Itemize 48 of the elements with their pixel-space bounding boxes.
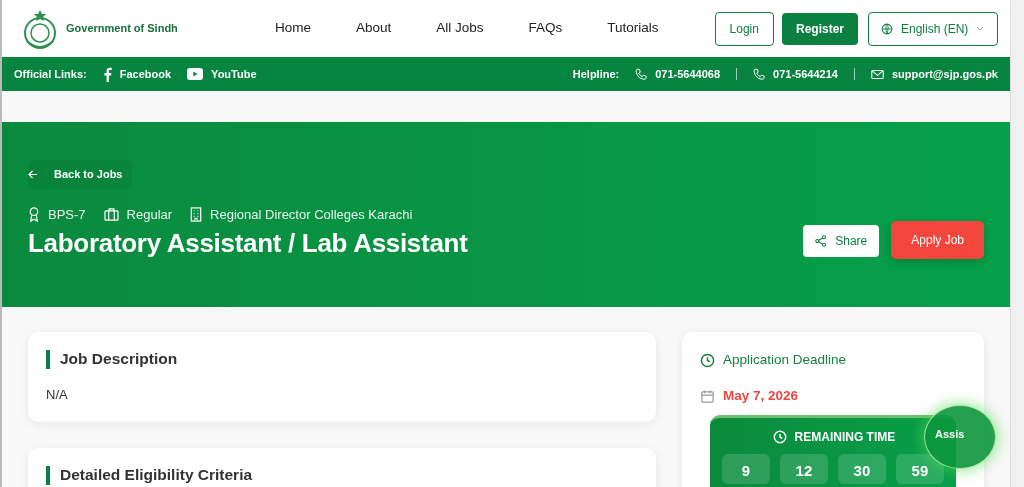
job-meta-text: Regular xyxy=(126,205,173,224)
apply-button[interactable]: Apply Job xyxy=(891,221,984,259)
nav-link[interactable]: Home xyxy=(275,18,311,39)
back-arrow-icon xyxy=(28,169,38,179)
countdown-value: 9 xyxy=(721,453,770,484)
deadline-date: May 7, 2026 xyxy=(722,387,798,406)
phone-link[interactable]: 071-5644214 xyxy=(753,65,838,83)
links-label: Official Links: xyxy=(14,66,87,82)
language-selector[interactable]: English (EN) xyxy=(868,11,998,46)
nav-link[interactable]: All Jobs xyxy=(436,18,484,39)
chevron-down-icon xyxy=(976,26,985,31)
globe-icon xyxy=(881,22,893,35)
clock-icon xyxy=(772,429,787,444)
share-button[interactable]: Share xyxy=(803,225,880,257)
phone-icon xyxy=(635,68,648,80)
calendar-icon xyxy=(699,388,715,404)
clock-icon xyxy=(699,352,715,368)
nav-link[interactable]: Tutorials xyxy=(607,18,659,39)
helpline-label: Helpline: xyxy=(572,66,620,82)
brand-name: Government of Sindh xyxy=(66,21,178,37)
job-meta-text: BPS-7 xyxy=(48,205,86,224)
ribbon-icon xyxy=(28,206,40,222)
mail-icon xyxy=(870,68,884,80)
job-title: Laboratory Assistant / Lab Assistant xyxy=(28,228,468,260)
social-link[interactable]: Facebook xyxy=(102,65,172,83)
social-link[interactable]: YouTube xyxy=(187,65,257,83)
countdown-value: 30 xyxy=(837,453,886,484)
phone-icon xyxy=(753,68,766,80)
email-link[interactable]: support@sjp.gos.pk xyxy=(870,65,998,83)
share-icon xyxy=(815,235,828,247)
back-button[interactable]: Back to Jobs xyxy=(28,160,133,189)
nav-link[interactable]: FAQs xyxy=(528,18,563,39)
section-title: Detailed Eligibility Criteria xyxy=(46,466,638,485)
briefcase-icon xyxy=(103,207,119,221)
login-button[interactable]: Login xyxy=(714,11,774,46)
phone-link[interactable]: 071-5644068 xyxy=(635,65,721,83)
deadline-title: Application Deadline xyxy=(722,351,846,369)
countdown-value: 59 xyxy=(895,453,944,484)
countdown-value: 12 xyxy=(779,453,828,484)
register-button[interactable]: Register xyxy=(781,12,858,45)
facebook-icon xyxy=(102,66,112,82)
remaining-time-label: REMAINING TIME xyxy=(794,428,896,446)
building-icon xyxy=(190,206,203,222)
job-meta-text: Regional Director Colleges Karachi xyxy=(210,205,413,224)
section-text: N/A xyxy=(46,385,69,404)
section-title: Job Description xyxy=(46,350,638,369)
video-play-icon xyxy=(187,68,204,80)
nav-link[interactable]: About xyxy=(356,18,392,39)
